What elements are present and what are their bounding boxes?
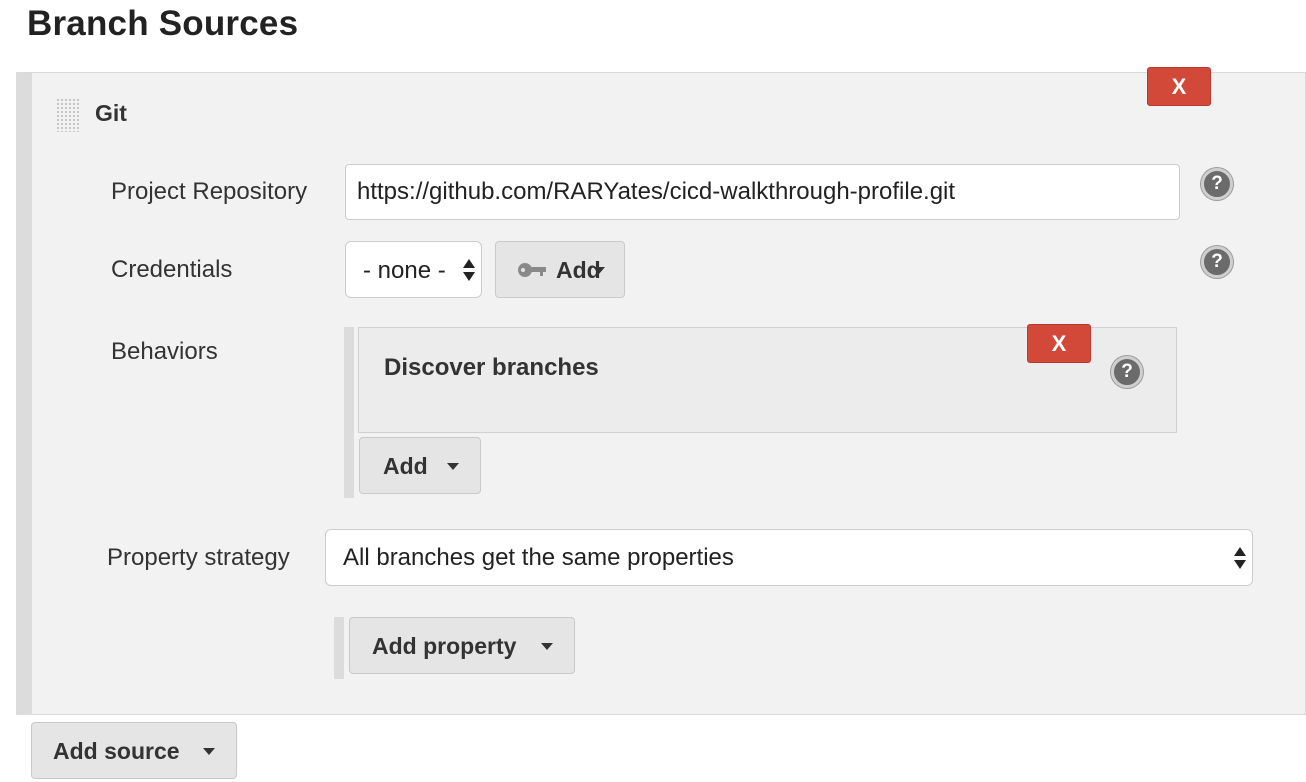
git-source-title: Git: [95, 100, 127, 126]
behavior-title: Discover branches: [384, 354, 599, 381]
key-icon: [518, 263, 546, 277]
add-property-button[interactable]: Add property: [349, 617, 575, 674]
add-behavior-label: Add: [383, 453, 428, 479]
project-repository-input[interactable]: [345, 164, 1180, 220]
chevron-down-icon: [593, 267, 605, 274]
add-source-label: Add source: [53, 738, 180, 764]
behaviors-label: Behaviors: [111, 338, 218, 365]
help-icon[interactable]: ?: [1201, 246, 1233, 278]
chevron-down-icon: [541, 643, 553, 650]
project-repository-label: Project Repository: [111, 178, 308, 205]
add-property-label: Add property: [372, 633, 517, 659]
behaviors-list-bar: [344, 327, 354, 498]
credentials-selected-value: - none -: [363, 257, 446, 284]
property-strategy-selected-value: All branches get the same properties: [343, 544, 734, 571]
page-title: Branch Sources: [27, 4, 299, 43]
help-icon[interactable]: ?: [1111, 356, 1143, 388]
credentials-label: Credentials: [111, 256, 233, 283]
property-list-bar: [334, 617, 344, 679]
select-updown-icon: [463, 258, 475, 282]
chevron-down-icon: [447, 463, 459, 470]
help-icon[interactable]: ?: [1201, 168, 1233, 200]
delete-behavior-button[interactable]: X: [1027, 324, 1091, 363]
add-credentials-button[interactable]: Add: [495, 241, 625, 298]
add-source-button[interactable]: Add source: [31, 722, 237, 779]
credentials-select[interactable]: - none -: [345, 241, 482, 298]
property-strategy-select[interactable]: All branches get the same properties: [325, 529, 1253, 586]
chevron-down-icon: [203, 748, 215, 755]
add-behavior-button[interactable]: Add: [359, 437, 481, 494]
select-updown-icon: [1234, 546, 1246, 570]
drag-handle-icon[interactable]: [56, 98, 80, 132]
property-strategy-label: Property strategy: [107, 544, 290, 571]
delete-source-button[interactable]: X: [1147, 67, 1211, 106]
